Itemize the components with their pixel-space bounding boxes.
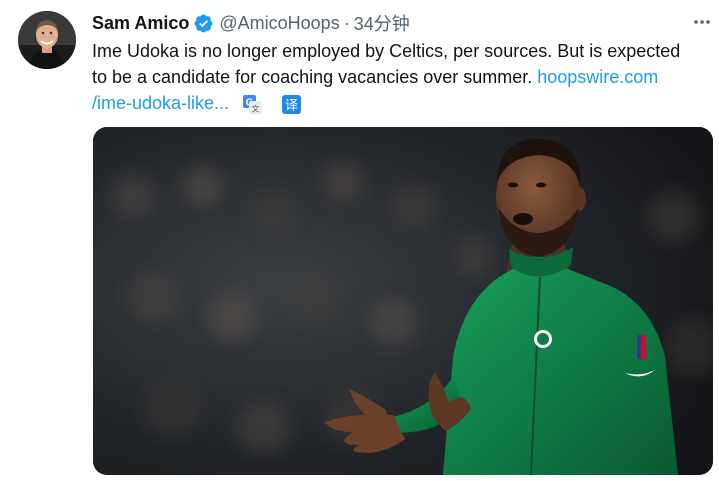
tweet-text-line-3: /ime-udoka-like... G 文 译: [92, 90, 714, 116]
tweet-text-segment: to be a candidate for coaching vacancies…: [92, 67, 538, 87]
tweet-text: Ime Udoka is no longer employed by Celti…: [92, 38, 714, 116]
tweet-photo[interactable]: [93, 127, 713, 475]
translate-controls: G 文 译: [243, 94, 302, 114]
avatar-image: [18, 11, 76, 69]
author-handle[interactable]: @AmicoHoops: [219, 13, 339, 34]
translate-icon[interactable]: 译: [282, 94, 302, 114]
article-link[interactable]: hoopswire.com: [537, 67, 658, 87]
tweet-text-line-1: Ime Udoka is no longer employed by Celti…: [92, 41, 681, 61]
article-link-path[interactable]: /ime-udoka-like...: [92, 93, 229, 113]
photo-coach-celtics: [93, 127, 713, 475]
avatar[interactable]: [18, 11, 76, 69]
google-translate-icon[interactable]: G 文: [243, 94, 263, 114]
tweet-header: Sam Amico @AmicoHoops · 34分钟: [92, 11, 410, 35]
tweet-text-line-2: to be a candidate for coaching vacancies…: [92, 64, 714, 90]
svg-text:文: 文: [252, 103, 260, 113]
timestamp[interactable]: 34分钟: [354, 10, 410, 36]
translate-glyph: 译: [285, 98, 298, 113]
more-options-icon[interactable]: [690, 12, 714, 32]
verified-badge-icon: [193, 13, 214, 34]
separator-dot: ·: [343, 12, 350, 33]
tweet: Sam Amico @AmicoHoops · 34分钟 Ime Udoka i…: [0, 0, 719, 481]
display-name[interactable]: Sam Amico: [92, 13, 189, 34]
